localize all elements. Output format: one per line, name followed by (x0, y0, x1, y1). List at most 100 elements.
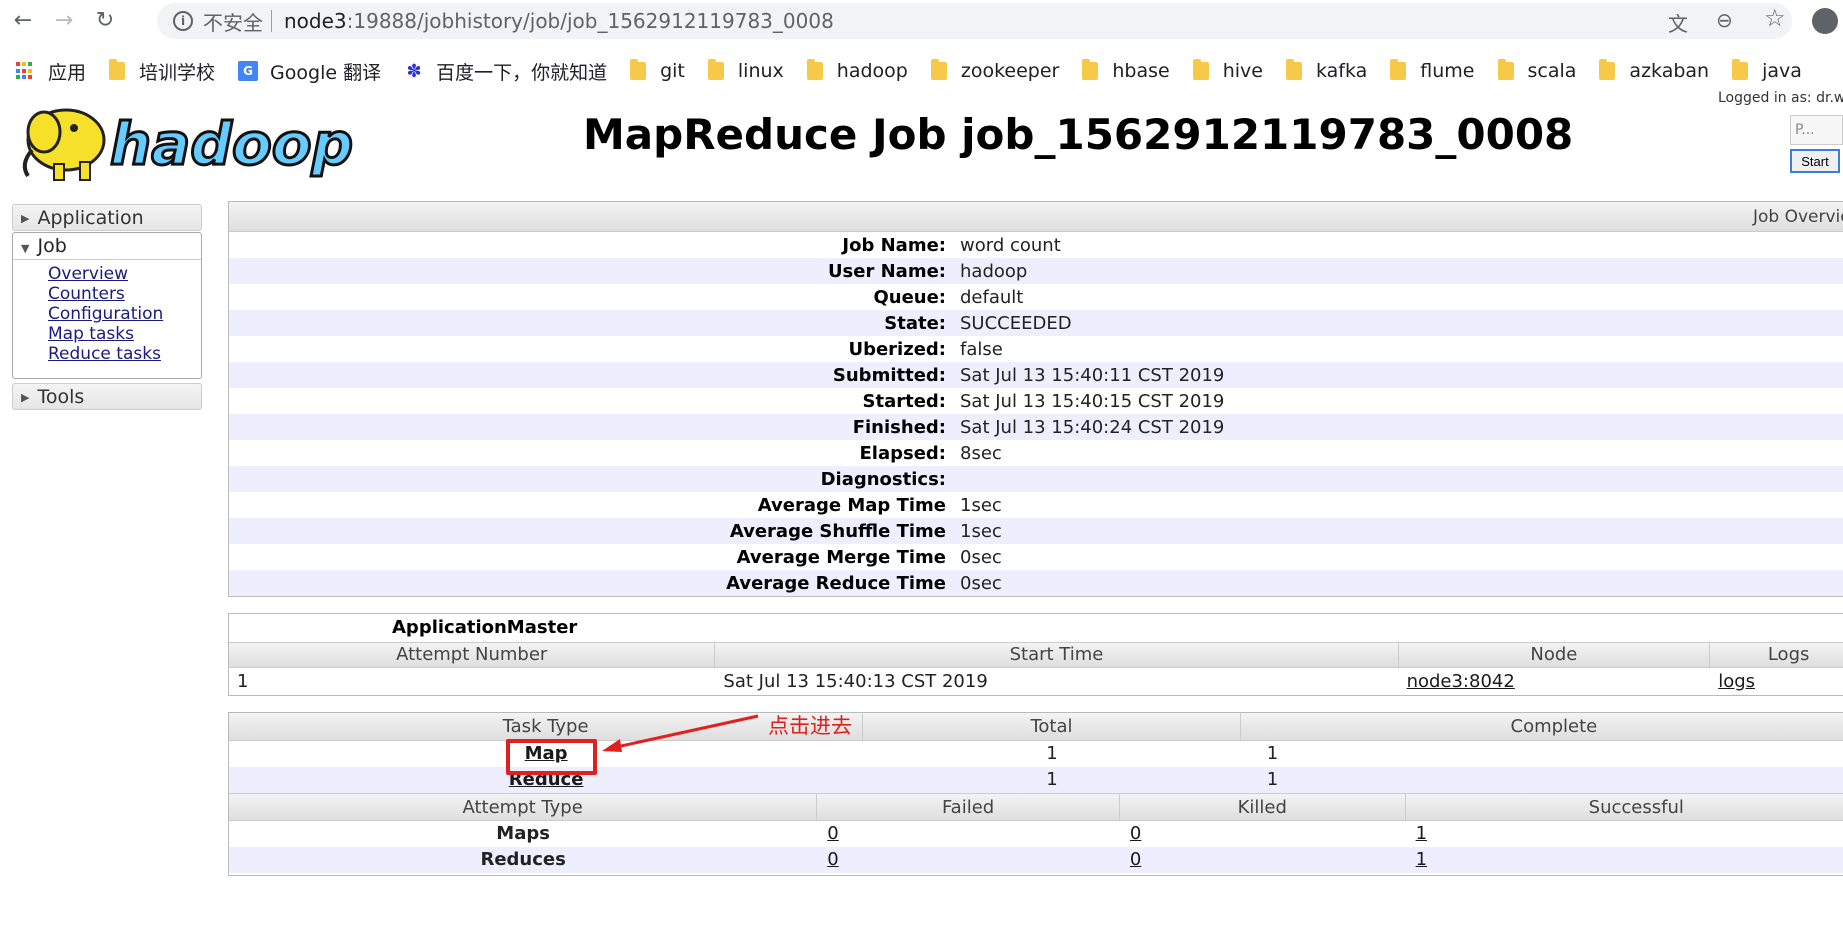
failed-link[interactable]: 0 (827, 823, 838, 844)
profile-avatar[interactable] (1812, 8, 1838, 34)
overview-row: Elapsed: 8sec (229, 440, 1843, 466)
divider (271, 10, 272, 32)
translate-icon[interactable]: 文 (1668, 8, 1688, 37)
sidebar-link-reduce-tasks[interactable]: Reduce tasks (48, 344, 161, 364)
overview-key: Average Shuffle Time (729, 520, 946, 542)
table-row: Reduces 0 0 1 (229, 847, 1843, 873)
url-path: :19888/jobhistory/job/job_1562912119783_… (346, 9, 834, 33)
column-header: Complete (1510, 716, 1598, 737)
successful-link[interactable]: 1 (1416, 849, 1427, 870)
overview-row: Average Merge Time 0sec (229, 544, 1843, 570)
overview-value: 0sec (960, 572, 1002, 594)
column-header: Attempt Type (229, 794, 818, 820)
overview-value: Sat Jul 13 15:40:11 CST 2019 (960, 364, 1225, 386)
overview-value: word count (960, 234, 1061, 256)
info-icon[interactable]: i (173, 11, 193, 31)
sidebar-job-header[interactable]: ▼ Job (13, 233, 201, 260)
bookmark-folder[interactable]: kafka (1285, 59, 1367, 82)
bookmark-folder[interactable]: hbase (1082, 59, 1170, 82)
bookmark-google-translate[interactable]: G Google 翻译 (238, 58, 381, 85)
overview-key: Started: (862, 390, 947, 412)
folder-icon (1082, 59, 1099, 80)
sidebar-link-counters[interactable]: Counters (48, 284, 125, 304)
triangle-right-icon: ▶ (21, 212, 30, 225)
node-link[interactable]: node3:8042 (1407, 671, 1515, 692)
failed-link[interactable]: 0 (827, 849, 838, 870)
logo-wordmark: hadoop (110, 110, 353, 178)
table-row: Maps 0 0 1 (229, 821, 1843, 847)
bookmark-folder[interactable]: git (630, 59, 685, 82)
hadoop-logo: hadoop (22, 108, 355, 181)
star-icon[interactable]: ☆ (1764, 4, 1786, 32)
column-header: Failed (817, 794, 1120, 820)
bookmark-folder[interactable]: flume (1390, 59, 1475, 82)
bookmarks-bar: 应用 培训学校 G Google 翻译 ✽ 百度一下，你就知道 git linux … (0, 52, 1843, 90)
bookmark-folder[interactable]: linux (707, 59, 784, 82)
attempt-number: 1 (237, 671, 249, 692)
bookmark-folder[interactable]: java (1732, 59, 1802, 82)
logs-link[interactable]: logs (1718, 671, 1755, 692)
bookmark-folder[interactable]: azkaban (1599, 59, 1710, 82)
sidebar-link-map-tasks[interactable]: Map tasks (48, 324, 134, 344)
reload-icon[interactable]: ↻ (90, 5, 120, 35)
overview-row: Diagnostics: (229, 466, 1843, 492)
bookmark-folder[interactable]: scala (1497, 59, 1576, 82)
overview-key: Average Reduce Time (726, 572, 946, 594)
complete-count: 1 (1266, 769, 1279, 790)
bookmark-folder[interactable]: hive (1192, 59, 1263, 82)
address-bar[interactable]: i 不安全 node3:19888/jobhistory/job/job_156… (157, 3, 1792, 39)
bookmark-label: java (1762, 60, 1802, 82)
bookmark-label: linux (737, 60, 784, 82)
apps-grid-icon (16, 62, 34, 80)
overview-row: State: SUCCEEDED (229, 310, 1843, 336)
overview-value: default (960, 286, 1024, 308)
complete-count: 1 (1266, 743, 1279, 764)
job-overview-table: Job Overview Job Name:word countUser Nam… (228, 201, 1843, 597)
folder-icon (630, 59, 647, 80)
logged-in-label: Logged in as: dr.w (1718, 90, 1843, 106)
url-host: node3 (284, 9, 347, 33)
folder-icon (1732, 59, 1749, 80)
bookmark-label: zookeeper (960, 60, 1060, 82)
column-header: Start Time (715, 643, 1399, 667)
zoom-icon[interactable]: ⊖ (1716, 8, 1733, 32)
bookmark-baidu[interactable]: ✽ 百度一下，你就知道 (404, 58, 608, 85)
sidebar-tools[interactable]: ▶ Tools (12, 383, 202, 410)
overview-key: Job Name: (842, 234, 946, 256)
folder-icon (930, 59, 947, 80)
bookmark-label: Google 翻译 (270, 61, 382, 84)
successful-link[interactable]: 1 (1416, 823, 1427, 844)
back-icon[interactable]: ← (8, 5, 38, 35)
start-button[interactable]: Start (1790, 149, 1840, 173)
bookmark-label: flume (1420, 60, 1475, 82)
bookmark-folder[interactable]: 培训学校 (109, 58, 215, 85)
folder-icon (109, 59, 126, 80)
bookmark-label: hive (1222, 60, 1263, 82)
column-header: Total (863, 713, 1241, 740)
overview-value: false (960, 338, 1003, 360)
bookmark-label: azkaban (1629, 60, 1710, 82)
attempt-type: Maps (496, 823, 550, 844)
sidebar-application[interactable]: ▶ Application (12, 204, 202, 231)
annotation-text: 点击进去 (768, 714, 852, 738)
triangle-down-icon: ▼ (21, 242, 30, 255)
forward-icon[interactable]: → (49, 5, 79, 35)
folder-icon (1285, 59, 1302, 80)
am-title: ApplicationMaster (392, 617, 578, 638)
sidebar-link-configuration[interactable]: Configuration (48, 304, 163, 324)
folder-icon (1390, 59, 1407, 80)
overview-value: 1sec (960, 520, 1002, 542)
overview-key: Finished: (852, 416, 946, 438)
bookmark-apps[interactable]: 应用 (16, 58, 86, 85)
bookmark-folder[interactable]: zookeeper (930, 59, 1060, 82)
overview-value: 0sec (960, 546, 1002, 568)
sidebar-link-overview[interactable]: Overview (48, 264, 128, 284)
bookmark-folder[interactable]: hadoop (806, 59, 908, 82)
overview-value: Sat Jul 13 15:40:15 CST 2019 (960, 390, 1225, 412)
killed-link[interactable]: 0 (1130, 849, 1141, 870)
overview-key: Submitted: (832, 364, 946, 386)
floating-widget[interactable]: P... (1790, 115, 1843, 145)
overview-key: Average Map Time (757, 494, 946, 516)
folder-icon (1497, 59, 1514, 80)
killed-link[interactable]: 0 (1130, 823, 1141, 844)
